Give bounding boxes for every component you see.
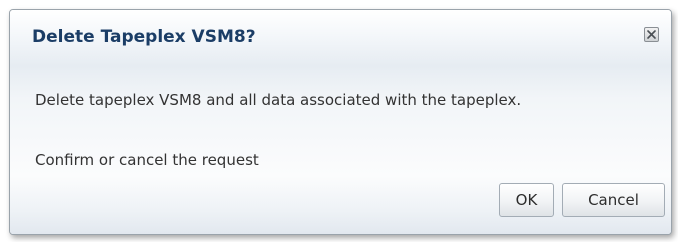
close-x-icon (647, 30, 656, 39)
dialog-message: Delete tapeplex VSM8 and all data associ… (35, 91, 522, 109)
cancel-button[interactable]: Cancel (562, 183, 665, 217)
dialog-header: Delete Tapeplex VSM8? (10, 10, 671, 66)
close-button[interactable] (644, 27, 659, 42)
dialog-prompt: Confirm or cancel the request (35, 151, 259, 169)
dialog-footer: OK Cancel (10, 176, 671, 234)
dialog-title: Delete Tapeplex VSM8? (32, 27, 256, 47)
delete-tapeplex-dialog: Delete Tapeplex VSM8? Delete tapeplex VS… (9, 9, 672, 235)
dialog-body: Delete tapeplex VSM8 and all data associ… (10, 66, 671, 176)
ok-button[interactable]: OK (499, 183, 554, 217)
